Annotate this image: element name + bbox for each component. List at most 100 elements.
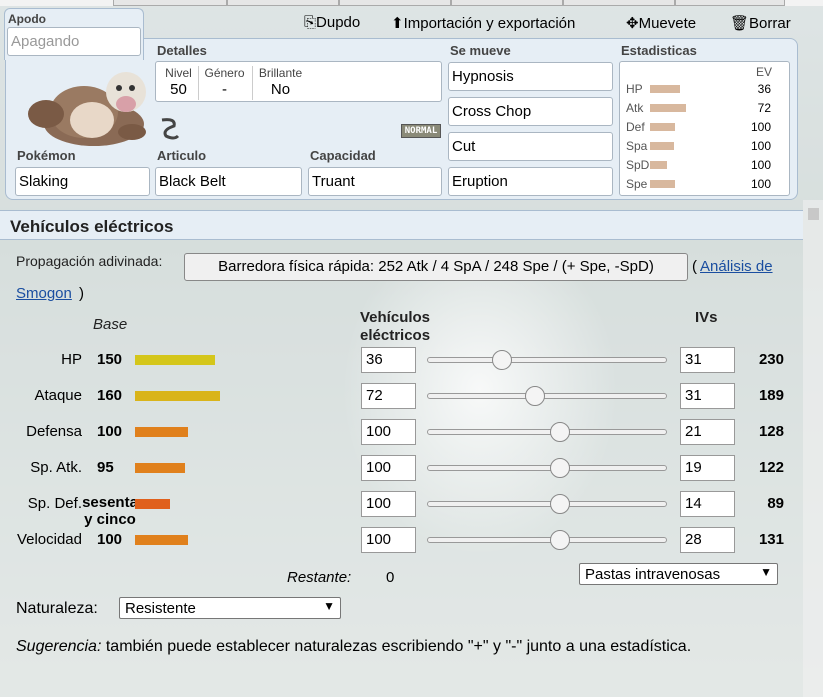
- ev-slider-track[interactable]: [427, 429, 667, 435]
- iv-input[interactable]: 31: [680, 347, 735, 373]
- stat-summary-ev: 100: [750, 120, 771, 134]
- ability-label: Capacidad: [310, 148, 376, 163]
- remaining-value: 0: [386, 569, 395, 586]
- trash-icon: 🗑: [730, 15, 750, 32]
- stat-base-bar: [135, 355, 215, 365]
- stat-base-value: 100: [97, 531, 123, 548]
- ev-slider-track[interactable]: [427, 357, 667, 363]
- level-value: 50: [170, 81, 187, 98]
- iv-preset-select[interactable]: Pastas intravenosas ▼: [579, 563, 778, 585]
- ev-slider-thumb[interactable]: [550, 530, 570, 550]
- details-box[interactable]: Nivel 50 Género - Brillante No: [155, 61, 442, 102]
- item-input[interactable]: Black Belt: [155, 167, 302, 196]
- stat-summary-row: Spe 100: [620, 177, 791, 196]
- stat-label: Sp. Atk.: [30, 459, 82, 476]
- col-ivs-header: IVs: [695, 309, 718, 326]
- stat-summary-row: SpD 100: [620, 158, 791, 177]
- tab[interactable]: [227, 0, 339, 6]
- copy-button[interactable]: ⎘Dupdo: [304, 14, 360, 31]
- move-button[interactable]: ✥Muevete: [626, 14, 696, 32]
- iv-input[interactable]: 21: [680, 419, 735, 445]
- move-input-2[interactable]: Cross Chop: [448, 97, 613, 126]
- analysis-link-2[interactable]: Smogon: [16, 285, 72, 302]
- stat-base-value: sesenta y cinco: [82, 494, 138, 528]
- ev-slider-track[interactable]: [427, 501, 667, 507]
- nickname-input[interactable]: Apagando: [7, 27, 141, 56]
- move-icon: ✥: [626, 15, 639, 32]
- ev-input[interactable]: 100: [361, 491, 416, 517]
- stat-total: 131: [758, 531, 784, 548]
- move-input-1[interactable]: Hypnosis: [448, 62, 613, 91]
- stats-summary[interactable]: EV HP 36 Atk 72 Def 100 Spa 100 SpD 100 Spe 100: [619, 61, 790, 196]
- move-input-3[interactable]: Cut: [448, 132, 613, 161]
- scroll-up-arrow[interactable]: [808, 208, 819, 220]
- stat-base-value: 100: [97, 423, 123, 440]
- ev-slider-thumb[interactable]: [550, 458, 570, 478]
- tab[interactable]: [339, 0, 451, 6]
- iv-input[interactable]: 31: [680, 383, 735, 409]
- copy-label: Dupdo: [316, 14, 361, 31]
- stat-summary-name: Def: [626, 120, 645, 134]
- move-label: Muevete: [638, 15, 697, 32]
- ev-input[interactable]: 36: [361, 347, 416, 373]
- tab[interactable]: [675, 0, 785, 6]
- analysis-paren-open: (: [692, 258, 697, 275]
- ev-slider-track[interactable]: [427, 393, 667, 399]
- tab[interactable]: [563, 0, 675, 6]
- stat-base-bar: [135, 463, 185, 473]
- iv-input[interactable]: 28: [680, 527, 735, 553]
- ev-slider-thumb[interactable]: [550, 494, 570, 514]
- stat-summary-name: Atk: [626, 101, 644, 115]
- tab[interactable]: [113, 0, 227, 6]
- gender-value: -: [222, 81, 227, 98]
- move-input-4[interactable]: Eruption: [448, 167, 613, 196]
- col-base-header: Base: [93, 316, 128, 333]
- iv-input[interactable]: 19: [680, 455, 735, 481]
- evs-panel-title: Vehículos eléctricos: [10, 217, 174, 236]
- copy-icon: ⎘: [304, 14, 317, 31]
- stat-summary-ev: 100: [750, 158, 771, 172]
- stat-summary-bar: [650, 161, 667, 169]
- stat-summary-name: HP: [626, 82, 643, 96]
- upload-icon: ⬆: [391, 15, 404, 32]
- ev-slider-thumb[interactable]: [550, 422, 570, 442]
- analysis-link-1[interactable]: Análisis de: [700, 258, 773, 275]
- ability-input[interactable]: Truant: [308, 167, 442, 196]
- stat-summary-name: SpD: [626, 158, 650, 172]
- ev-header: EV: [756, 65, 773, 79]
- pokemon-input[interactable]: Slaking: [15, 167, 150, 196]
- stat-label: Sp. Def.: [27, 495, 82, 512]
- ev-slider-track[interactable]: [427, 537, 667, 543]
- stat-base-value: 160: [97, 387, 123, 404]
- ev-input[interactable]: 100: [361, 455, 416, 481]
- nature-select[interactable]: Resistente ▼: [119, 597, 341, 619]
- chevron-down-icon: ▼: [760, 565, 772, 579]
- guess-label: Propagación adivinada:: [16, 253, 163, 269]
- stat-summary-row: Def 100: [620, 120, 791, 139]
- stat-summary-bar: [650, 142, 674, 150]
- ev-slider-track[interactable]: [427, 465, 667, 471]
- tab-strip: [0, 0, 823, 6]
- ev-input[interactable]: 72: [361, 383, 416, 409]
- level-label: Nivel: [165, 66, 192, 80]
- tab[interactable]: [451, 0, 563, 6]
- ev-input[interactable]: 100: [361, 527, 416, 553]
- shiny-label: Brillante: [258, 66, 303, 80]
- scrollbar[interactable]: [803, 200, 823, 697]
- iv-input[interactable]: 14: [680, 491, 735, 517]
- delete-button[interactable]: 🗑Borrar: [730, 14, 791, 32]
- type-badge-normal: NORMAL: [401, 124, 441, 138]
- import-export-button[interactable]: ⬆Importación y exportación: [391, 14, 575, 32]
- guessed-spread-button[interactable]: Barredora física rápida: 252 Atk / 4 SpA…: [184, 253, 688, 281]
- stat-summary-ev: 100: [750, 177, 771, 191]
- black-belt-icon: [161, 118, 180, 140]
- delete-label: Borrar: [749, 15, 791, 32]
- chevron-down-icon: ▼: [323, 599, 335, 613]
- ev-input[interactable]: 100: [361, 419, 416, 445]
- ev-slider-thumb[interactable]: [492, 350, 512, 370]
- nature-label: Naturaleza:: [16, 600, 98, 617]
- stat-base-bar: [135, 427, 188, 437]
- stat-summary-bar: [650, 123, 675, 131]
- ev-slider-thumb[interactable]: [525, 386, 545, 406]
- stat-base-bar: [135, 391, 220, 401]
